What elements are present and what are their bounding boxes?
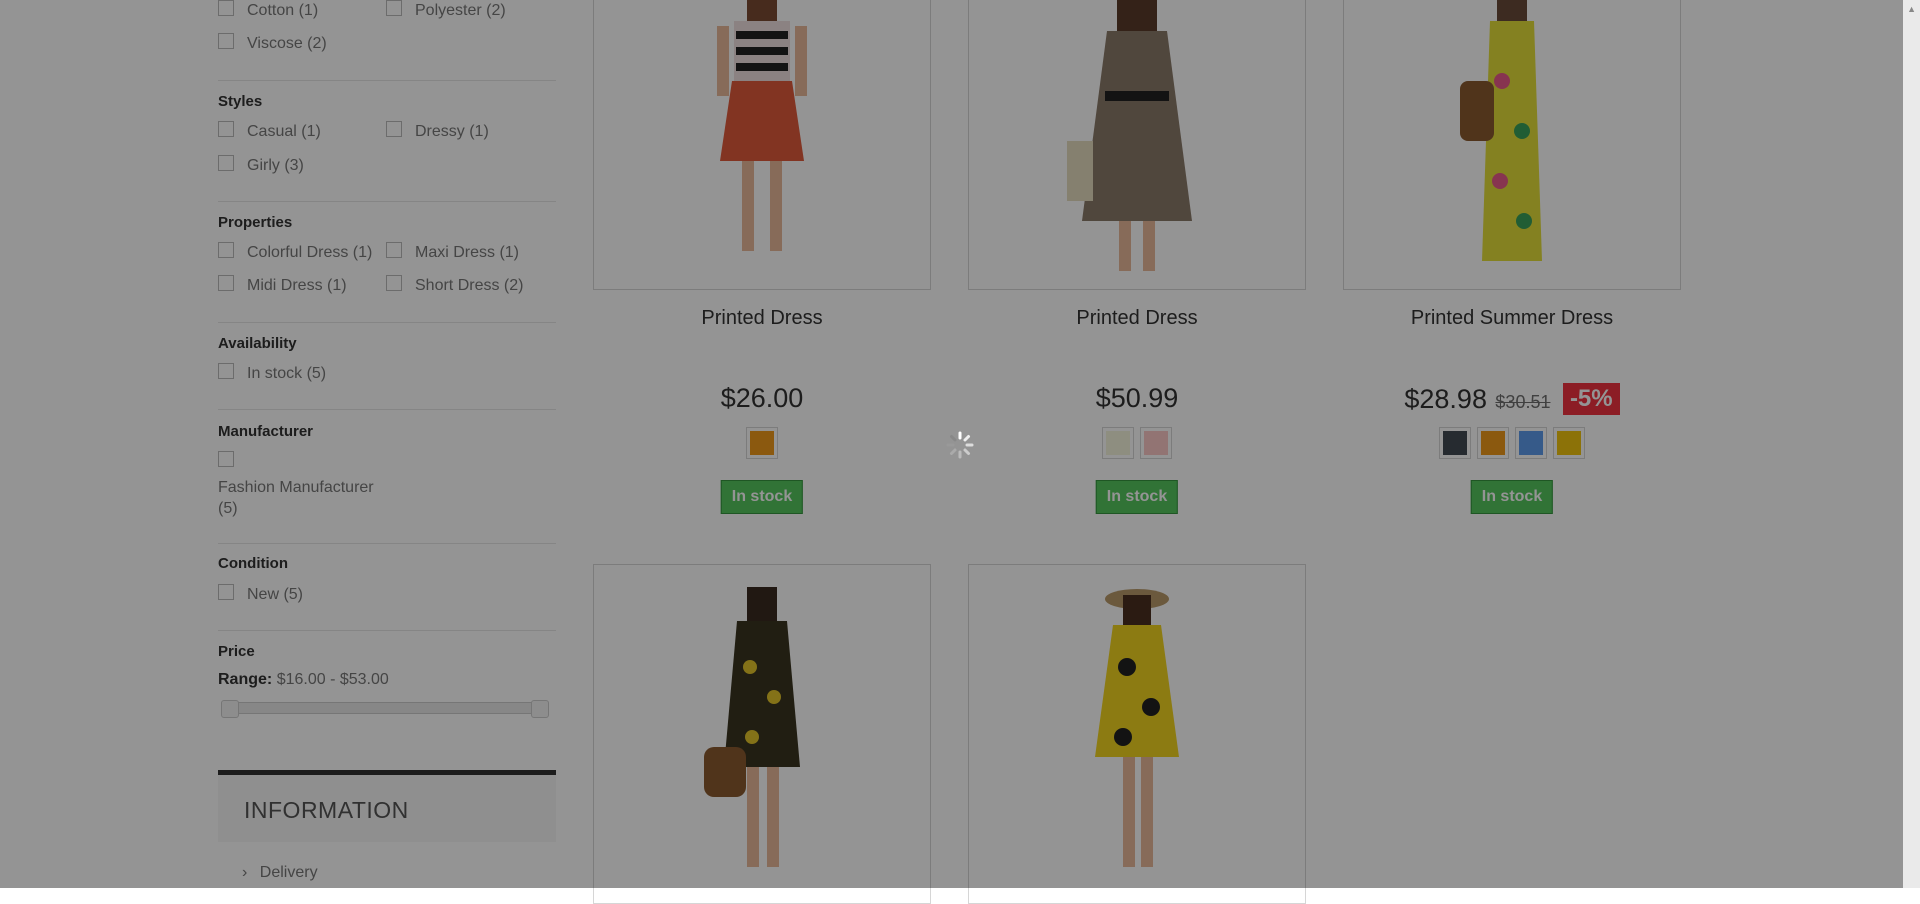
scroll-up-arrow-icon[interactable]: ▲ bbox=[1907, 4, 1916, 14]
loading-spinner-icon bbox=[946, 431, 974, 459]
vertical-scrollbar[interactable]: ▲ bbox=[1903, 0, 1920, 888]
